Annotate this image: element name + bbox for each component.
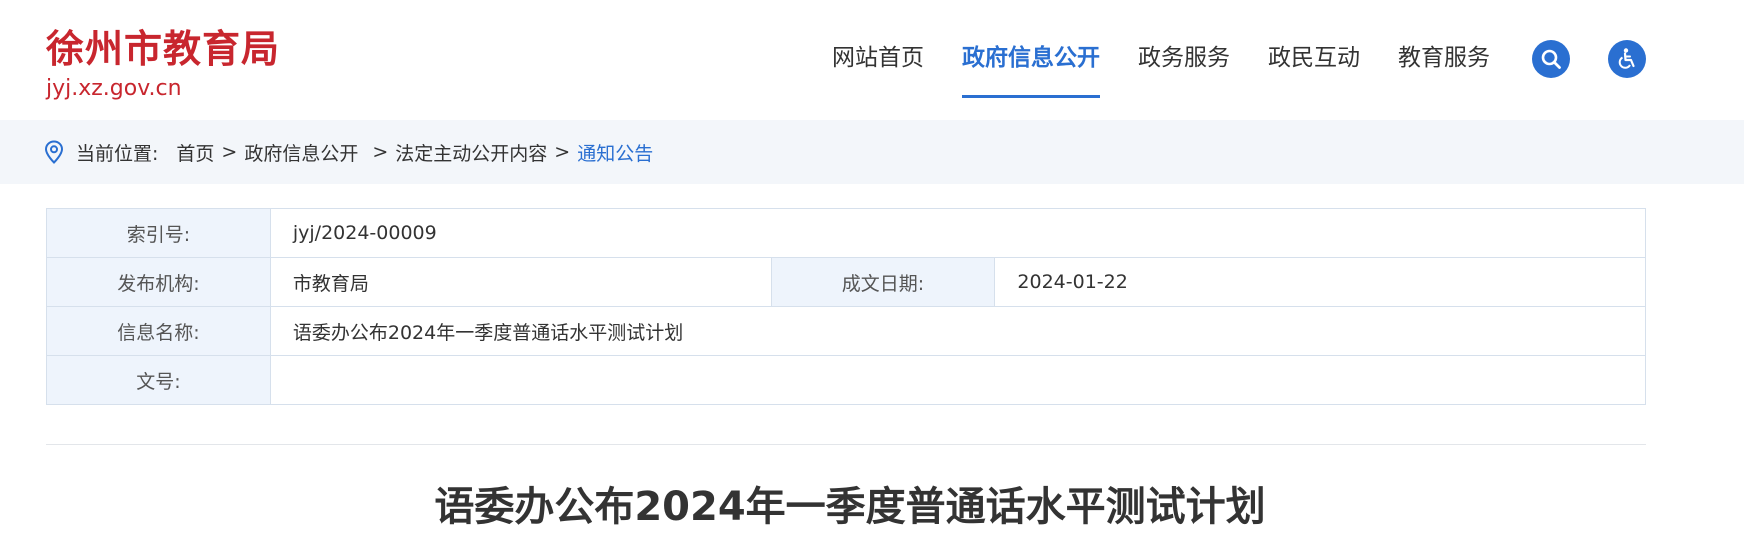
nav-gov-services[interactable]: 政务服务 [1138, 0, 1230, 100]
table-row: 索引号: jyj/2024-00009 [46, 208, 1647, 258]
breadcrumb-separator: > [554, 141, 571, 163]
publisher-label: 发布机构: [46, 257, 271, 307]
breadcrumb-gov-info[interactable]: 政府信息公开 [244, 139, 358, 166]
logo-title: 徐州市教育局 [46, 27, 281, 71]
table-row: 文号: [46, 355, 1647, 405]
info-meta-table: 索引号: jyj/2024-00009 发布机构: 市教育局 成文日期: 202… [46, 208, 1647, 405]
nav-public-interaction[interactable]: 政民互动 [1268, 0, 1360, 100]
search-icon [1541, 49, 1561, 69]
doc-number-value [269, 355, 1647, 405]
date-label: 成文日期: [770, 257, 996, 307]
nav-gov-info-disclosure[interactable]: 政府信息公开 [962, 0, 1100, 100]
breadcrumb-current[interactable]: 通知公告 [577, 139, 653, 166]
info-name-label: 信息名称: [46, 306, 271, 356]
breadcrumb-legal-disclosure[interactable]: 法定主动公开内容 [395, 139, 547, 166]
nav-home[interactable]: 网站首页 [832, 0, 924, 100]
search-button[interactable] [1532, 40, 1570, 78]
logo-domain: jyj.xz.gov.cn [46, 76, 182, 101]
index-number-value: jyj/2024-00009 [269, 208, 1647, 258]
index-number-label: 索引号: [46, 208, 271, 258]
breadcrumb-home[interactable]: 首页 [176, 139, 214, 166]
nav-education-services[interactable]: 教育服务 [1398, 0, 1490, 100]
publisher-value: 市教育局 [269, 257, 772, 307]
main-nav: 网站首页 政府信息公开 政务服务 政民互动 教育服务 [832, 0, 1528, 100]
wheelchair-icon [1618, 48, 1635, 69]
breadcrumb-label: 当前位置: [76, 142, 159, 165]
table-row: 信息名称: 语委办公布2024年一季度普通话水平测试计划 [46, 306, 1647, 356]
breadcrumb: 当前位置: 首页 > 政府信息公开 > 法定主动公开内容 > 通知公告 [44, 120, 653, 184]
breadcrumb-separator: > [221, 141, 238, 163]
site-header: 徐州市教育局 jyj.xz.gov.cn 网站首页 政府信息公开 政务服务 政民… [0, 0, 1744, 120]
breadcrumb-bar: 当前位置: 首页 > 政府信息公开 > 法定主动公开内容 > 通知公告 [0, 120, 1744, 184]
site-logo[interactable]: 徐州市教育局 jyj.xz.gov.cn [46, 26, 280, 104]
info-name-value: 语委办公布2024年一季度普通话水平测试计划 [269, 306, 1647, 356]
section-divider [46, 444, 1646, 445]
location-pin-icon [44, 140, 64, 164]
accessibility-button[interactable] [1608, 40, 1646, 78]
table-row: 发布机构: 市教育局 成文日期: 2024-01-22 [46, 257, 1646, 307]
doc-number-label: 文号: [46, 355, 271, 405]
article-title: 语委办公布2024年一季度普通话水平测试计划 [434, 484, 1266, 530]
date-value: 2024-01-22 [994, 257, 1646, 307]
breadcrumb-separator: > [372, 141, 389, 163]
